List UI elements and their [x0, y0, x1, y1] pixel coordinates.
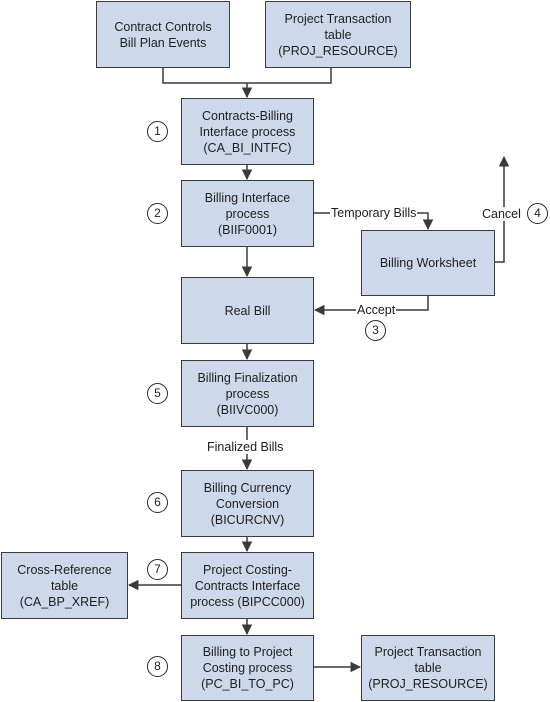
node-text: Billing Worksheet: [379, 256, 477, 270]
step-badge-8: 8: [147, 656, 168, 677]
edge-label-finalized-bills: Finalized Bills: [206, 440, 285, 454]
node-text: Billing Interface: [204, 190, 291, 205]
node-bipcc000: Project Costing- Contracts Interface pro…: [181, 552, 314, 619]
node-text: Billing Finalization: [197, 370, 298, 385]
step-badge-1: 1: [147, 121, 168, 142]
node-bill-plan-events: Contract Controls Bill Plan Events: [96, 1, 230, 68]
node-proj-resource-top: Project Transaction table (PROJ_RESOURCE…: [265, 1, 411, 68]
node-text: (BICURCNV): [210, 512, 285, 527]
edge-label-cancel: Cancel: [481, 207, 522, 221]
step-badge-7: 7: [147, 559, 168, 580]
node-text: Contract Controls: [114, 19, 212, 34]
node-text: Billing to Project: [202, 645, 293, 659]
node-text: (CA_BP_XREF): [19, 594, 110, 609]
node-text: Bill Plan Events: [119, 35, 207, 50]
node-text: Costing process: [202, 661, 293, 675]
edge-label-accept: Accept: [356, 303, 397, 317]
node-text: process: [225, 386, 270, 401]
node-text: Billing Currency: [203, 480, 292, 495]
node-text: (BIIF0001): [217, 222, 278, 237]
node-real-bill: Real Bill: [181, 277, 314, 344]
node-text: Project Costing-: [203, 562, 292, 577]
step-badge-3: 3: [365, 320, 386, 341]
node-text: Project Transaction: [284, 11, 392, 26]
node-text: Conversion: [215, 496, 280, 511]
node-text: (PC_BI_TO_PC): [201, 677, 294, 691]
node-text: Cross-Reference: [17, 562, 112, 577]
node-biivc000: Billing Finalization process (BIIVC000): [181, 360, 314, 427]
node-bicurcnv: Billing Currency Conversion (BICURCNV): [181, 470, 314, 537]
node-text: (BIIVC000): [216, 402, 279, 417]
edge-label-temporary-bills: Temporary Bills: [330, 206, 418, 220]
node-ca-bi-intfc: Contracts-Billing Interface process (CA_…: [181, 98, 314, 165]
node-text: table: [414, 661, 442, 675]
node-billing-worksheet: Billing Worksheet: [361, 230, 495, 296]
node-text: (CA_BI_INTFC): [203, 140, 292, 155]
connector-inputs-merge: [162, 67, 332, 84]
step-badge-2: 2: [147, 203, 168, 224]
node-text: (PROJ_RESOURCE): [278, 43, 398, 58]
node-proj-resource-bottom: Project Transaction table (PROJ_RESOURCE…: [361, 635, 495, 701]
node-text: Contracts Interface: [194, 578, 301, 593]
node-text: (PROJ_RESOURCE): [368, 677, 488, 691]
node-text: Interface process: [199, 124, 296, 139]
node-text: Contracts-Billing: [201, 108, 293, 123]
step-badge-6: 6: [147, 492, 168, 513]
node-text: Project Transaction: [374, 645, 482, 659]
step-badge-5: 5: [147, 383, 168, 404]
node-text: process (BIPCC000): [190, 594, 305, 609]
node-pc-bi-to-pc: Billing to Project Costing process (PC_B…: [181, 635, 314, 701]
step-badge-4: 4: [527, 203, 548, 224]
node-text: Real Bill: [224, 303, 271, 318]
node-text: table: [50, 578, 79, 593]
node-ca-bp-xref: Cross-Reference table (CA_BP_XREF): [1, 552, 128, 619]
node-text: table: [324, 27, 352, 42]
node-biif0001: Billing Interface process (BIIF0001): [181, 180, 314, 247]
node-text: process: [225, 206, 270, 221]
